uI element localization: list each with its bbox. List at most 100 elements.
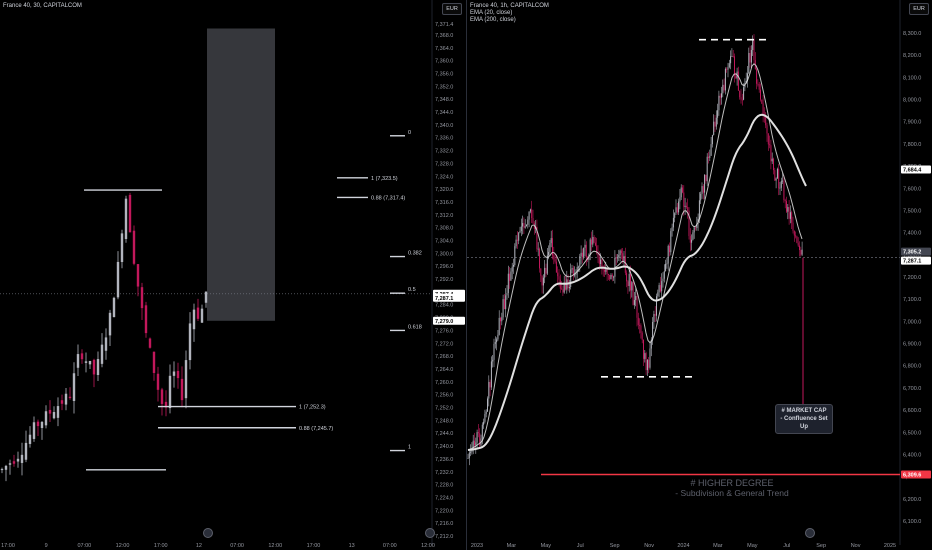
right-chart-canvas[interactable]: 8,300.0 8,200.0 8,100.0 8,000.0 7,900.0 7,800… — [467, 0, 932, 550]
left-price-tick: 7,228.0 — [435, 483, 453, 489]
left-price-tick: 7,284.0 — [435, 303, 453, 309]
left-candle-body — [104, 337, 108, 351]
right-price-tick: 6,500.0 — [903, 430, 921, 436]
right-candle-body — [669, 245, 670, 253]
right-candle-body — [796, 236, 798, 243]
left-price-tick: 7,292.0 — [435, 277, 453, 283]
left-price-tick: 7,296.0 — [435, 264, 453, 270]
right-candle-body — [584, 244, 586, 248]
left-price-tick: 7,216.0 — [435, 521, 453, 527]
supply-zone-box — [207, 28, 275, 321]
right-candle-body — [509, 273, 511, 281]
left-candle-body — [124, 198, 128, 239]
right-price-tick: 6,100.0 — [903, 519, 921, 525]
right-candle-body — [756, 69, 758, 84]
right-candle-body — [701, 186, 703, 194]
settings-icon[interactable] — [425, 528, 435, 538]
right-candle-body — [520, 226, 522, 232]
right-candle-body — [674, 213, 676, 218]
right-price-tick: 6,800.0 — [903, 364, 921, 370]
right-candle-body — [657, 292, 659, 297]
left-candle-body — [128, 194, 132, 233]
left-chart-pane[interactable]: France 40, 30, CAPITALCOM EUR 7,371.4 7,3… — [0, 0, 466, 550]
right-candle-body — [711, 135, 713, 145]
right-candle-body — [678, 201, 680, 213]
right-candle-body — [667, 245, 669, 264]
right-candle-body — [558, 276, 560, 280]
right-candle-body — [706, 156, 708, 182]
right-candle-body — [778, 168, 780, 189]
right-candle-body — [680, 187, 682, 198]
left-candle-body — [4, 465, 8, 470]
right-candle-body — [734, 56, 735, 76]
right-candle-body — [555, 261, 557, 273]
ema-fast-line — [467, 63, 803, 451]
right-candle-body — [641, 332, 643, 340]
right-time-tick: 2024 — [677, 543, 689, 549]
market-cap-annotation[interactable]: # MARKET CAP - Confluence Set Up — [775, 404, 833, 434]
right-candle-body — [471, 450, 473, 452]
left-price-tick: 7,371.4 — [435, 22, 453, 28]
right-candle-body — [637, 317, 639, 325]
left-price-tick: 7,268.0 — [435, 354, 453, 360]
higher-degree-note: # HIGHER DEGREE - Subdivision & General … — [657, 478, 807, 498]
left-candle-body — [32, 422, 36, 439]
right-candle-body — [685, 205, 687, 208]
left-chart-canvas[interactable]: 7,371.4 7,368.0 7,364.0 7,360.0 7,356.0 7,352… — [0, 0, 466, 550]
right-candle-body — [515, 239, 517, 247]
right-candle-body — [743, 87, 745, 100]
right-candle-body — [532, 218, 534, 223]
right-candle-body — [776, 168, 778, 179]
left-price-badge-label: 7,287.1 — [435, 296, 453, 302]
higher-degree-line1: # HIGHER DEGREE — [690, 478, 774, 488]
right-candle-body — [702, 186, 704, 193]
right-candle-body — [731, 56, 733, 57]
left-candle-body — [40, 421, 44, 428]
right-candle-body — [527, 219, 529, 225]
right-time-tick: 2025 — [884, 543, 896, 549]
right-candle-body — [600, 259, 602, 264]
market-cap-line2: - Confluence Set Up — [780, 416, 828, 430]
left-candle-body — [96, 359, 100, 376]
right-candle-body — [604, 269, 605, 272]
right-time-tick: Mar — [713, 543, 723, 549]
right-chart-pane[interactable]: France 40, 1h, CAPITALCOM EMA (20, close… — [467, 0, 932, 550]
right-candle-body — [516, 239, 518, 241]
left-candle-body — [36, 421, 40, 427]
right-candle-body — [740, 97, 742, 100]
fib-extension-label: 1 (7,323.5) — [371, 176, 398, 182]
left-time-tick: 07:00 — [77, 543, 91, 549]
right-candle-body — [708, 156, 709, 158]
left-candle-body — [0, 469, 4, 471]
right-candle-body — [666, 263, 668, 265]
right-candle-body — [779, 187, 781, 189]
right-candle-body — [501, 317, 503, 322]
left-candle-body — [204, 291, 208, 303]
left-price-tick: 7,312.0 — [435, 213, 453, 219]
right-candle-body — [801, 249, 803, 255]
left-price-tick: 7,224.0 — [435, 495, 453, 501]
right-price-badge-label: 6,309.6 — [903, 473, 921, 479]
left-candle-body — [188, 323, 192, 361]
left-price-tick: 7,232.0 — [435, 470, 453, 476]
left-candle-body — [68, 396, 72, 399]
right-candle-body — [649, 348, 651, 368]
right-candle-body — [545, 267, 547, 274]
fib-extension-label: 0.88 (7,317.4) — [371, 195, 405, 201]
right-time-tick: Mar — [507, 543, 517, 549]
right-candle-body — [529, 209, 531, 212]
left-candle-body — [116, 261, 120, 298]
right-price-badge-label: 7,684.4 — [903, 168, 922, 174]
right-candle-body — [633, 300, 635, 305]
right-candle-body — [635, 296, 637, 301]
right-candle-body — [583, 247, 585, 258]
right-candle-body — [632, 282, 634, 305]
right-candle-body — [561, 288, 563, 290]
right-candle-body — [752, 39, 754, 51]
right-candle-body — [528, 211, 530, 220]
right-candle-body — [544, 267, 546, 278]
fib-extension-label: 0.88 (7,245.7) — [299, 426, 333, 432]
right-candle-body — [771, 158, 773, 162]
right-candle-body — [709, 155, 711, 158]
right-candle-body — [750, 50, 752, 63]
